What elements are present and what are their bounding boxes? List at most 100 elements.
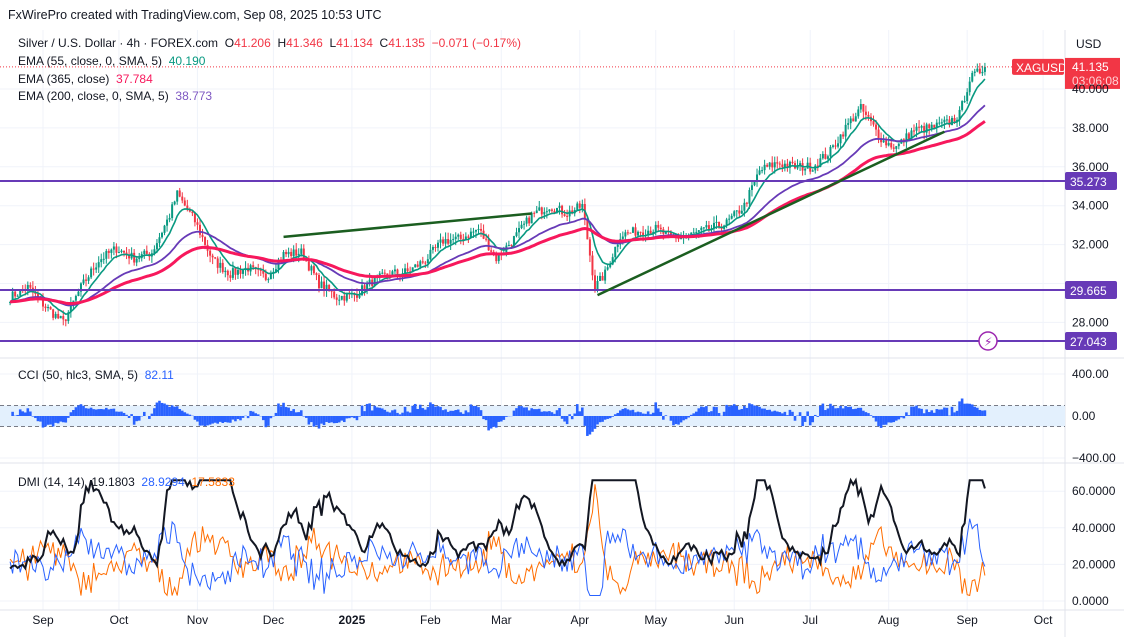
candle-body <box>95 267 98 270</box>
cci-bar <box>512 410 516 416</box>
candle-body <box>317 274 320 289</box>
candle-body <box>624 232 627 237</box>
cci-bar <box>750 404 754 416</box>
candle-body <box>707 225 710 230</box>
cci-bar <box>841 408 845 416</box>
dmi-label: DMI (14, 14) <box>18 475 85 489</box>
candle-body <box>581 204 584 208</box>
candle-body <box>852 118 855 122</box>
ema200-legend[interactable]: EMA (200, close, 0, SMA, 5) 38.773 <box>18 89 212 103</box>
candle-body <box>444 239 447 244</box>
time-tick-label: Oct <box>1034 613 1053 627</box>
candle-body <box>178 190 181 197</box>
cci-bar <box>391 410 394 416</box>
ema55-legend[interactable]: EMA (55, close, 0, SMA, 5) 40.190 <box>18 54 205 68</box>
cci-bar <box>464 410 468 416</box>
candle-body <box>229 275 232 278</box>
time-tick-label: Mar <box>491 613 512 627</box>
candle-body <box>485 238 488 240</box>
cci-bar <box>932 412 936 416</box>
cci-bar <box>887 416 890 423</box>
cci-bar <box>21 411 25 416</box>
candle-body <box>897 143 900 147</box>
dmi-legend[interactable]: DMI (14, 14) 19.1803 28.9294 17.5833 <box>18 475 235 489</box>
cci-tick-label: 0.00 <box>1072 409 1096 423</box>
candle-body <box>449 239 452 244</box>
candle-body <box>393 269 396 272</box>
cci-bar <box>446 411 450 416</box>
cci-bar <box>844 406 847 416</box>
cci-bar <box>94 409 98 416</box>
candle-body <box>614 246 617 258</box>
cci-bar <box>206 416 209 426</box>
cci-bar <box>927 412 931 416</box>
candle-body <box>885 140 888 146</box>
candle-body <box>16 295 19 297</box>
cci-bar <box>715 407 718 416</box>
dmi-plus-line <box>9 518 986 597</box>
ema200-label: EMA (200, close, 0, SMA, 5) <box>18 89 169 103</box>
cci-bar <box>958 401 961 416</box>
candle-body <box>181 196 184 201</box>
cci-legend[interactable]: CCI (50, hlc3, SMA, 5) 82.11 <box>18 368 174 382</box>
candle-body <box>219 262 222 268</box>
candle-body <box>829 146 832 157</box>
cci-bar <box>196 416 199 422</box>
cci-bar <box>51 416 55 427</box>
candle-body <box>892 147 895 149</box>
cci-bar <box>768 409 771 416</box>
cci-bar <box>621 408 625 416</box>
cci-bar <box>173 406 176 416</box>
candle-body <box>211 255 214 258</box>
cci-bar <box>36 416 40 422</box>
cci-bar <box>522 407 526 416</box>
cci-bar <box>61 416 65 423</box>
cci-bar <box>236 416 240 420</box>
candle-body <box>396 269 399 274</box>
candle-body <box>54 313 57 318</box>
cci-bar <box>834 408 837 416</box>
candle-body <box>596 280 599 291</box>
candle-body <box>978 68 981 74</box>
candle-body <box>424 262 427 264</box>
cci-bar <box>565 416 569 425</box>
cci-bar <box>872 416 875 418</box>
cci-bar <box>801 416 804 427</box>
candle-body <box>145 250 148 254</box>
candle-body <box>436 242 439 248</box>
candle-body <box>431 247 434 250</box>
cci-bar <box>477 407 480 416</box>
candle-body <box>745 202 748 204</box>
cci-bar <box>644 413 647 416</box>
candle-body <box>761 170 764 172</box>
candle-body <box>85 279 88 281</box>
cci-bar <box>74 407 78 416</box>
time-tick-label: Dec <box>263 613 284 627</box>
cci-bar <box>378 407 382 416</box>
cci-bar <box>905 412 908 416</box>
cci-bar <box>684 416 688 420</box>
time-tick-label: Sep <box>957 613 979 627</box>
cci-bar <box>839 405 842 416</box>
cci-bar <box>525 407 528 416</box>
currency-button[interactable]: USD <box>1068 33 1120 55</box>
ema365-legend[interactable]: EMA (365, close) 37.784 <box>18 72 153 86</box>
candle-body <box>981 71 984 74</box>
symbol-name[interactable]: Silver / U.S. Dollar · 4h · FOREX.com <box>18 36 218 50</box>
cci-bar <box>44 416 47 427</box>
cci-bar <box>492 416 495 427</box>
candle-body <box>383 272 386 274</box>
cci-bar <box>730 405 734 416</box>
candle-body <box>976 68 979 72</box>
cci-bar <box>581 407 584 416</box>
cci-bar <box>89 407 93 416</box>
candle-body <box>133 252 136 263</box>
cci-bar <box>411 405 414 416</box>
candle-body <box>578 203 581 208</box>
cci-bar <box>115 411 118 416</box>
cci-bar <box>218 416 222 422</box>
candle-body <box>429 249 432 260</box>
cci-bar <box>241 416 245 418</box>
candle-body <box>442 239 445 244</box>
trendline <box>596 130 945 297</box>
